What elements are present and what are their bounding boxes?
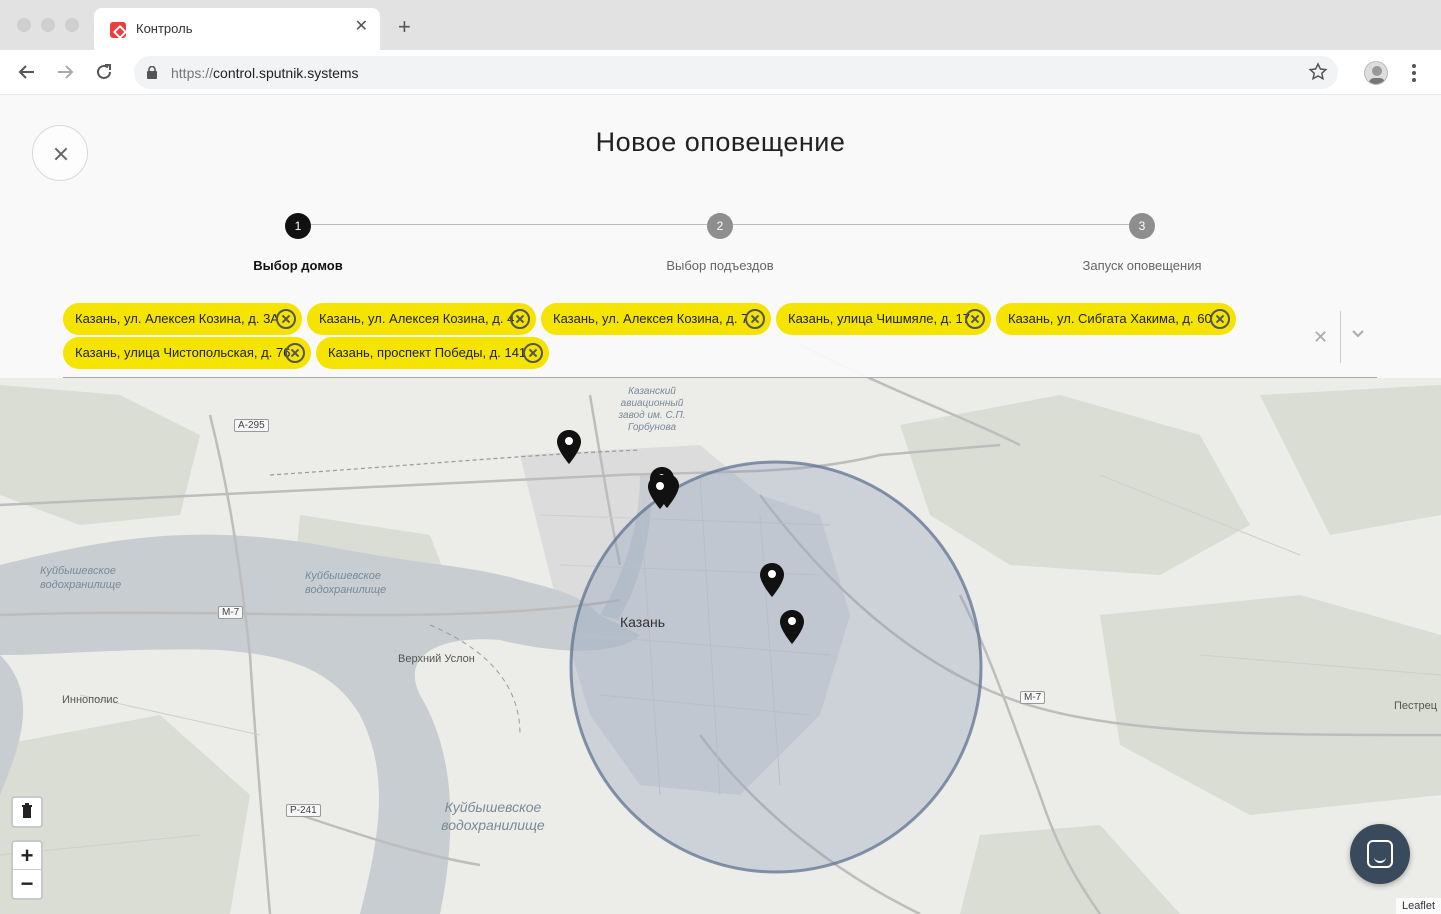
- browser-tab-strip: Контроль ✕ +: [0, 0, 1441, 50]
- zoom-out-button[interactable]: −: [13, 870, 41, 898]
- profile-avatar[interactable]: [1364, 61, 1388, 85]
- chevron-down-icon[interactable]: [1350, 328, 1366, 340]
- browser-toolbar: https://control.sputnik.systems: [0, 50, 1441, 95]
- tab-title: Контроль: [136, 21, 193, 36]
- house-chip: Казань, ул. Алексея Козина, д. 3А: [63, 303, 302, 335]
- remove-chip-icon[interactable]: [510, 309, 530, 329]
- map-label-innopolis: Иннополис: [62, 694, 119, 706]
- forward-arrow-icon[interactable]: [53, 60, 77, 84]
- road-shield-r241: Р-241: [286, 804, 321, 817]
- map-pin-icon[interactable]: [760, 563, 784, 597]
- sputnik-favicon-icon: [110, 22, 126, 38]
- trash-icon[interactable]: [13, 798, 41, 826]
- house-chip: Казань, улица Чистопольская, д. 76: [63, 337, 311, 369]
- select-underline: [63, 377, 1377, 378]
- star-icon[interactable]: [1308, 62, 1328, 82]
- browser-tab[interactable]: Контроль ✕: [94, 8, 380, 50]
- clear-all-icon[interactable]: ✕: [1313, 328, 1328, 346]
- step-1-number[interactable]: 1: [285, 213, 311, 239]
- map-label-reservoir-mid: Куйбышевское водохранилище: [305, 570, 387, 596]
- remove-chip-icon[interactable]: [965, 309, 985, 329]
- step-2-number[interactable]: 2: [707, 213, 733, 239]
- new-tab-icon[interactable]: +: [398, 16, 411, 38]
- remove-chip-icon[interactable]: [285, 343, 305, 363]
- step-2-label: Выбор подъездов: [666, 258, 774, 273]
- map-pin-icon[interactable]: [648, 475, 672, 509]
- remove-chip-icon[interactable]: [276, 309, 296, 329]
- house-chip: Казань, улица Чишмяле, д. 17: [776, 303, 991, 335]
- tab-close-icon[interactable]: ✕: [355, 19, 368, 35]
- window-close-dot[interactable]: [17, 18, 31, 32]
- map-pin-icon[interactable]: [780, 610, 804, 644]
- address-bar[interactable]: https://control.sputnik.systems: [134, 56, 1338, 89]
- step-connector: [311, 224, 707, 225]
- remove-chip-icon[interactable]: [523, 343, 543, 363]
- select-divider: [1340, 311, 1341, 363]
- browser-menu-icon[interactable]: [1408, 62, 1420, 84]
- house-chip: Казань, ул. Алексея Козина, д. 7: [541, 303, 771, 335]
- url-text: https://control.sputnik.systems: [171, 65, 359, 81]
- back-arrow-icon[interactable]: [15, 60, 39, 84]
- step-connector: [733, 224, 1129, 225]
- house-chip: Казань, ул. Сибгата Хакима, д. 60: [996, 303, 1236, 335]
- house-chip: Казань, проспект Победы, д. 141: [316, 337, 549, 369]
- map-label-verkhny-uslon: Верхний Услон: [398, 653, 475, 665]
- chat-icon: [1367, 840, 1393, 868]
- map-label-factory: Казанский авиационный завод им. С.П. Гор…: [618, 386, 686, 433]
- map-canvas[interactable]: Казанский авиационный завод им. С.П. Гор…: [0, 95, 1441, 914]
- map-label-kazan: Казань: [620, 614, 666, 630]
- leaflet-attribution[interactable]: Leaflet: [1395, 898, 1441, 914]
- chat-button[interactable]: [1350, 824, 1410, 884]
- step-3-label: Запуск оповещения: [1082, 258, 1202, 273]
- map-label-reservoir-left: Куйбышевское водохранилище: [40, 565, 122, 591]
- step-1-label: Выбор домов: [253, 258, 343, 273]
- map-label-pestrec: Пестрец: [1394, 700, 1438, 712]
- map-label-reservoir-bottom: Куйбышевское водохранилище: [441, 799, 545, 833]
- window-zoom-dot[interactable]: [65, 18, 79, 32]
- zoom-control: + −: [11, 840, 43, 900]
- search-radius-circle: [569, 460, 983, 874]
- reload-icon[interactable]: [92, 60, 116, 84]
- house-chip: Казань, ул. Алексея Козина, д. 4: [307, 303, 536, 335]
- remove-chip-icon[interactable]: [745, 309, 765, 329]
- road-shield-a295: А-295: [234, 419, 269, 432]
- road-shield-m7-right: М-7: [1020, 691, 1046, 704]
- remove-chip-icon[interactable]: [1210, 309, 1230, 329]
- draw-toolbar: [11, 796, 43, 828]
- wizard-header: Новое оповещение 1 2 3 Выбор домов Выбор…: [0, 95, 1441, 378]
- window-minimize-dot[interactable]: [41, 18, 55, 32]
- step-3-number[interactable]: 3: [1129, 213, 1155, 239]
- page-title: Новое оповещение: [595, 127, 846, 157]
- road-shield-m7-left: М-7: [218, 606, 244, 619]
- zoom-in-button[interactable]: +: [13, 842, 41, 870]
- lock-icon: [147, 66, 157, 79]
- map-pin-icon[interactable]: [557, 430, 581, 464]
